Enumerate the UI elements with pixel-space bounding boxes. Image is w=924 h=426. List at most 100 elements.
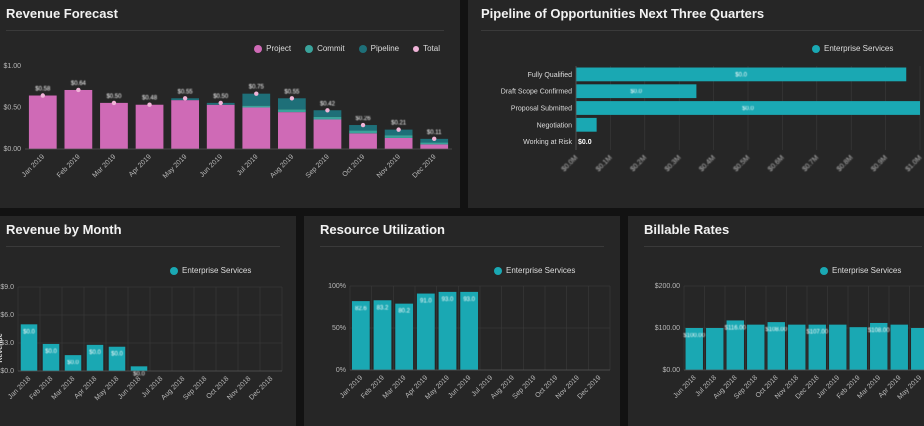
- bar: [28, 95, 57, 149]
- x-tick-label: Aug 2019: [269, 153, 295, 179]
- bar-label: $108.00: [868, 328, 890, 334]
- bar-label: $100.00: [683, 333, 705, 339]
- bar: [384, 137, 413, 149]
- bar-label: $0.50: [213, 94, 229, 100]
- bar-label: $0.0: [45, 349, 57, 355]
- bar-label: $0.0: [742, 106, 754, 112]
- bar-label: $0.55: [178, 89, 194, 95]
- bar: [64, 89, 93, 149]
- bar-label: $0.55: [284, 89, 300, 95]
- total-marker: [289, 96, 295, 101]
- bar-label: $0.0: [23, 329, 35, 335]
- x-tick-label: Sep 2019: [511, 374, 537, 400]
- y-tick-label: $0.50: [3, 105, 21, 112]
- revenue-forecast-chart: $1.00 $0.50 $0.00 $0.58 Jan 2019 $0.64 Feb 201…: [3, 63, 452, 180]
- bar-label: $0.0: [67, 360, 79, 366]
- bar: [438, 291, 457, 370]
- bar: [420, 144, 449, 149]
- x-tick-label: Dec 2019: [576, 374, 602, 400]
- bar-label: $0.0: [111, 352, 123, 358]
- total-marker: [325, 108, 330, 113]
- bar-label: $0.21: [391, 121, 407, 127]
- bar: [277, 109, 306, 113]
- y-tick-label: $0.00: [3, 146, 21, 153]
- bar-label: $0.0: [578, 139, 592, 146]
- bar-label: $0.48: [142, 96, 158, 102]
- y-tick-label: $9.0: [0, 284, 14, 291]
- pipeline-panel: Pipeline of Opportunities Next Three Qua…: [468, 0, 924, 208]
- bar: [384, 135, 413, 138]
- x-tick-label: $0.1M: [595, 154, 614, 173]
- bar: [277, 112, 306, 149]
- bar: [416, 293, 435, 370]
- revenue-forecast-panel: Revenue Forecast Project Commit Pipeline…: [0, 0, 460, 208]
- x-tick-label: Jan 2019: [21, 153, 46, 178]
- bar: [911, 328, 924, 370]
- bar-label: 93.0: [463, 297, 475, 303]
- bar: [242, 105, 271, 108]
- bar: [313, 116, 342, 120]
- x-tick-label: $0.4M: [698, 154, 717, 173]
- y-tick-label: $200.00: [655, 283, 680, 290]
- bar-label: $116.00: [725, 325, 747, 331]
- x-tick-label: $0.7M: [801, 154, 820, 173]
- total-marker: [254, 91, 259, 96]
- x-tick-label: Mar 2019: [92, 153, 118, 179]
- bar: [890, 324, 908, 370]
- x-tick-label: Oct 2019: [341, 153, 366, 178]
- total-marker: [218, 100, 223, 106]
- bar: [420, 142, 449, 145]
- x-tick-label: Sep 2018: [182, 375, 208, 401]
- y-tick-label: 50%: [332, 325, 346, 332]
- x-tick-label: $0.0M: [561, 154, 580, 173]
- x-tick-label: Mar 2019: [382, 374, 408, 400]
- bar: [86, 344, 104, 371]
- bar: [747, 324, 765, 370]
- y-tick-label: $0.00: [662, 367, 680, 374]
- bar: [349, 133, 377, 149]
- bar: [788, 324, 806, 370]
- x-tick-label: May 2019: [162, 153, 189, 180]
- x-tick-label: $1.0M: [905, 154, 924, 173]
- bar-label: $107.00: [806, 330, 828, 336]
- bar-label: 83.2: [377, 305, 389, 311]
- x-tick-label: $0.3M: [664, 154, 683, 173]
- bar-label: 91.0: [420, 299, 432, 305]
- bar-label: $0.58: [35, 87, 51, 93]
- billable-rates-chart: $200.00$100.00$0.00$100.00Jun 2018Jul 20…: [655, 283, 924, 401]
- y-tick-label: Working at Risk: [523, 139, 572, 146]
- x-tick-label: Feb 2019: [56, 153, 82, 179]
- bar-label: $108.00: [765, 327, 787, 333]
- y-tick-label: $100.00: [655, 325, 680, 332]
- bar: [108, 346, 126, 371]
- bar-label: $0.0: [735, 72, 747, 78]
- bar: [100, 102, 128, 149]
- total-marker: [432, 136, 437, 142]
- total-marker: [147, 102, 152, 107]
- bar-label: 82.6: [355, 306, 367, 312]
- bar: [576, 117, 597, 132]
- y-tick-label: 100%: [328, 283, 346, 290]
- x-tick-label: Dec 2019: [411, 153, 437, 179]
- bar: [349, 130, 377, 134]
- total-marker: [182, 96, 188, 101]
- x-tick-label: $0.8M: [836, 154, 855, 173]
- bar-label: $0.42: [320, 101, 336, 107]
- x-tick-label: $0.6M: [767, 154, 786, 173]
- bar: [706, 328, 724, 370]
- bar: [313, 119, 342, 149]
- x-tick-label: Sep 2019: [305, 153, 331, 179]
- bar-label: $0.0: [133, 371, 145, 377]
- bar: [829, 324, 847, 370]
- bar-label: $0.11: [427, 130, 442, 136]
- x-tick-label: Jun 2018: [672, 374, 697, 399]
- bar-label: 93.0: [442, 297, 454, 303]
- total-marker: [40, 93, 45, 98]
- pipeline-chart: $0.0M $0.1M $0.2M $0.3M $0.4M $0.5M $0.6M $0.7M…: [501, 66, 924, 173]
- billable-rates-panel: Billable Rates Enterprise Services $200.…: [628, 216, 924, 426]
- bar-label: $0.0: [630, 89, 642, 95]
- x-tick-label: $0.2M: [629, 154, 648, 173]
- x-tick-label: Dec 2018: [248, 375, 274, 401]
- x-tick-label: Apr 2019: [128, 153, 153, 178]
- y-tick-label: $1.00: [3, 63, 21, 70]
